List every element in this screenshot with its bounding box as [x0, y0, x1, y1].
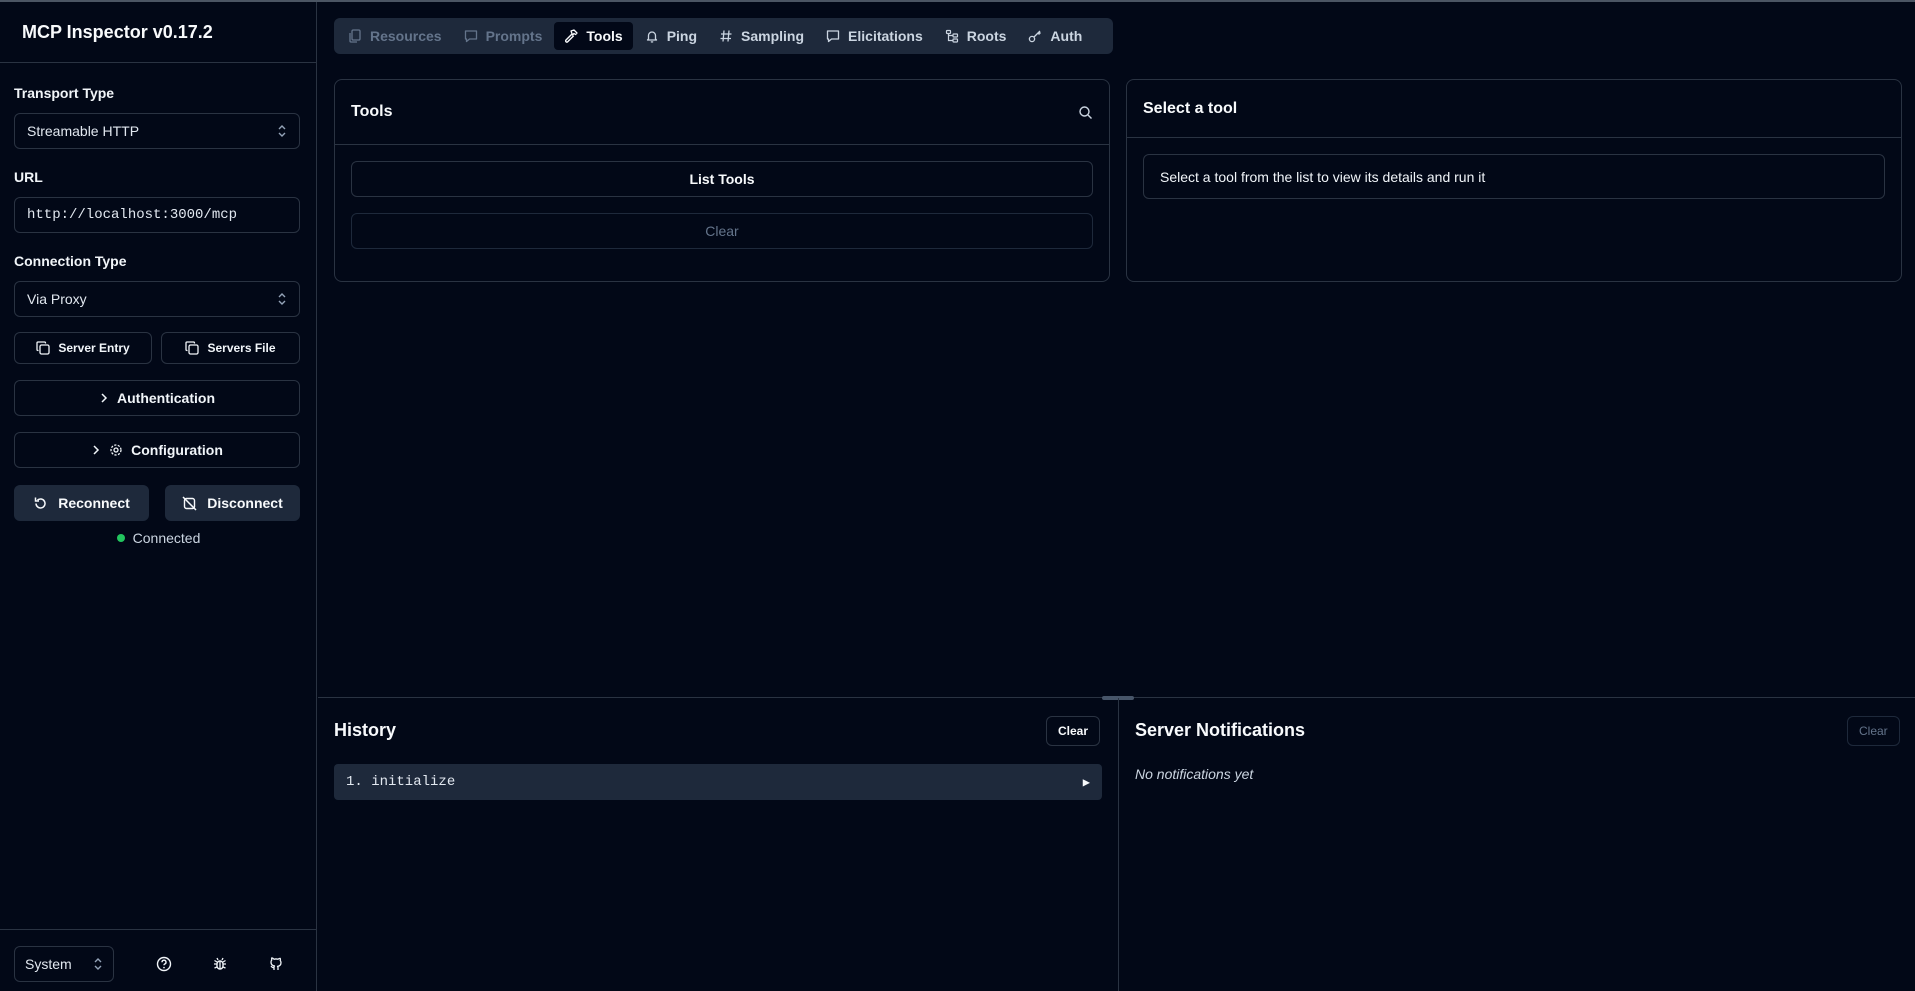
- notifications-title: Server Notifications: [1135, 720, 1306, 740]
- history-clear-button[interactable]: Clear: [1046, 716, 1101, 746]
- copy-icon: [185, 341, 200, 355]
- tab-ping[interactable]: Ping: [635, 22, 707, 50]
- theme-select[interactable]: System: [14, 946, 114, 982]
- message-icon: [826, 29, 840, 43]
- history-item[interactable]: 1. initialize ▶: [334, 764, 1102, 800]
- connection-type-value: Via Proxy: [27, 291, 87, 307]
- tab-prompts[interactable]: Prompts: [454, 22, 553, 50]
- main-area: Resources Prompts Tools Ping Sampling El…: [318, 2, 1915, 991]
- theme-value: System: [25, 956, 72, 972]
- configuration-label: Configuration: [131, 442, 223, 458]
- status-text: Connected: [132, 530, 201, 546]
- history-title: History: [334, 720, 397, 740]
- notifications-empty: No notifications yet: [1135, 766, 1254, 782]
- chevron-right-icon: [91, 444, 101, 456]
- github-icon[interactable]: [266, 954, 286, 974]
- disconnect-button[interactable]: Disconnect: [165, 485, 300, 521]
- url-value: http://localhost:3000/mcp: [27, 207, 238, 223]
- tab-sampling[interactable]: Sampling: [709, 22, 814, 50]
- connection-type-select[interactable]: Via Proxy: [14, 281, 300, 317]
- tool-detail-title: Select a tool: [1143, 99, 1238, 117]
- url-label: URL: [14, 169, 43, 185]
- server-entry-label: Server Entry: [58, 341, 130, 355]
- tab-label: Prompts: [485, 28, 543, 44]
- chevrons-up-down-icon: [277, 292, 287, 306]
- help-icon[interactable]: [154, 954, 174, 974]
- bug-icon[interactable]: [210, 954, 230, 974]
- hammer-icon: [564, 29, 579, 43]
- tab-bar: Resources Prompts Tools Ping Sampling El…: [334, 18, 1113, 54]
- bottom-divider: [1118, 698, 1119, 991]
- tab-roots[interactable]: Roots: [935, 22, 1017, 50]
- history-item-label: 1. initialize: [346, 774, 456, 790]
- search-icon[interactable]: [1078, 105, 1093, 120]
- tab-label: Ping: [666, 28, 698, 44]
- sidebar: MCP Inspector v0.17.2 Transport Type Str…: [0, 2, 317, 991]
- tab-label: Resources: [370, 28, 442, 44]
- copy-icon: [36, 341, 50, 355]
- tools-panel-header: Tools: [335, 80, 1109, 145]
- tab-elicitations[interactable]: Elicitations: [816, 22, 933, 50]
- files-icon: [348, 29, 362, 43]
- tab-label: Elicitations: [848, 28, 923, 44]
- bell-icon: [645, 29, 659, 43]
- tools-panel-title: Tools: [351, 103, 393, 120]
- reconnect-label: Reconnect: [58, 495, 130, 511]
- list-tools-button[interactable]: List Tools: [351, 161, 1093, 197]
- transport-type-value: Streamable HTTP: [27, 123, 140, 139]
- chevron-right-icon: [99, 392, 109, 404]
- servers-file-label: Servers File: [207, 341, 276, 355]
- tab-label: Roots: [966, 28, 1007, 44]
- notifications-clear-button[interactable]: Clear: [1847, 716, 1900, 746]
- tab-label: Tools: [586, 28, 623, 44]
- tab-resources[interactable]: Resources: [338, 22, 452, 50]
- clear-tools-button[interactable]: Clear: [351, 213, 1093, 249]
- configuration-toggle[interactable]: Configuration: [14, 432, 300, 468]
- unplug-icon: [182, 495, 197, 511]
- tool-detail-message: Select a tool from the list to view its …: [1143, 154, 1885, 199]
- servers-file-button[interactable]: Servers File: [161, 332, 300, 364]
- app-window: MCP Inspector v0.17.2 Transport Type Str…: [0, 0, 1915, 991]
- tab-label: Sampling: [741, 28, 805, 44]
- connection-type-label: Connection Type: [14, 253, 127, 269]
- server-entry-button[interactable]: Server Entry: [14, 332, 152, 364]
- message-icon: [464, 29, 478, 43]
- chevrons-up-down-icon: [93, 957, 103, 971]
- hash-icon: [719, 29, 733, 43]
- play-icon: ▶: [1082, 775, 1090, 790]
- tool-detail-header: Select a tool: [1127, 80, 1901, 138]
- tab-label: Auth: [1050, 28, 1083, 44]
- tab-auth[interactable]: Auth: [1018, 22, 1092, 50]
- authentication-label: Authentication: [117, 390, 215, 406]
- tool-detail-panel: Select a tool Select a tool from the lis…: [1126, 79, 1902, 282]
- url-input[interactable]: http://localhost:3000/mcp: [14, 197, 300, 233]
- key-icon: [1028, 29, 1042, 43]
- tools-panel: Tools List Tools Clear: [334, 79, 1110, 282]
- tab-tools[interactable]: Tools: [554, 22, 633, 50]
- reconnect-button[interactable]: Reconnect: [14, 485, 149, 521]
- sidebar-footer: System: [0, 929, 317, 991]
- status-dot: [116, 534, 125, 542]
- folder-tree-icon: [945, 29, 959, 43]
- sidebar-header: MCP Inspector v0.17.2: [0, 2, 316, 63]
- rotate-ccw-icon: [33, 496, 48, 511]
- connection-status: Connected: [0, 530, 317, 546]
- transport-type-select[interactable]: Streamable HTTP: [14, 113, 300, 149]
- app-title: MCP Inspector v0.17.2: [22, 21, 213, 42]
- transport-type-label: Transport Type: [14, 85, 115, 101]
- chevrons-up-down-icon: [277, 124, 287, 138]
- authentication-toggle[interactable]: Authentication: [14, 380, 300, 416]
- gear-icon: [109, 443, 123, 457]
- disconnect-label: Disconnect: [207, 495, 283, 511]
